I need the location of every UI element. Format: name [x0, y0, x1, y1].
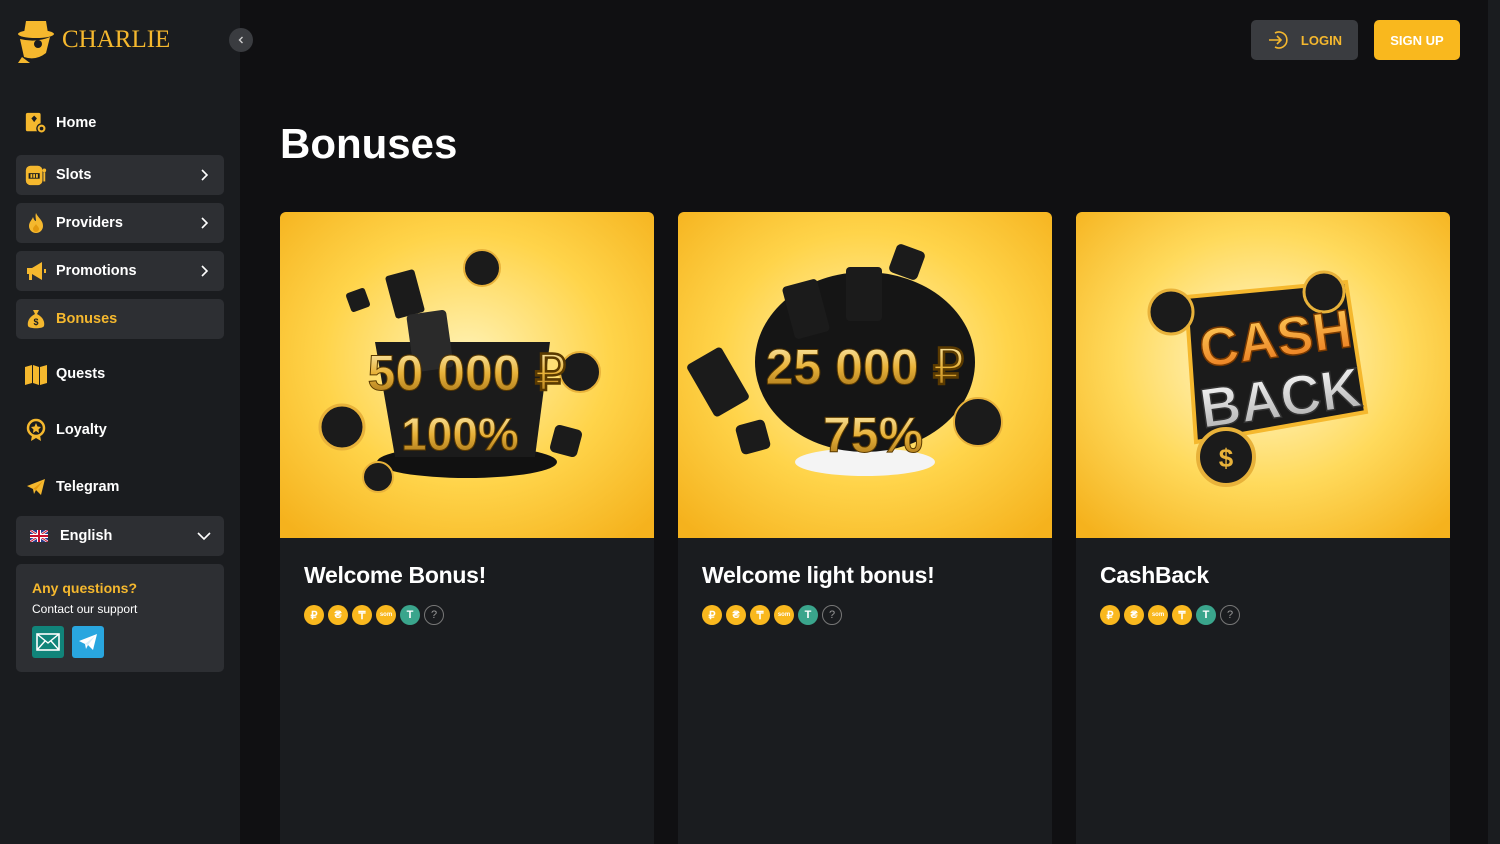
sidebar-item-providers[interactable]: Providers	[16, 203, 224, 243]
sidebar-item-label: Loyalty	[56, 422, 107, 438]
bonus-card-welcome[interactable]: 50 000 ₽ 100% Welcome Bonus! ₽ ₴ ₸ som T…	[280, 212, 654, 844]
tether-coin-icon: T	[400, 605, 420, 625]
more-currencies-icon[interactable]: ?	[424, 605, 444, 625]
hryvnia-coin-icon: ₴	[328, 605, 348, 625]
som-coin-icon: som	[774, 605, 794, 625]
hryvnia-coin-icon: ₴	[1124, 605, 1144, 625]
svg-text:$: $	[33, 317, 38, 327]
sidebar-item-label: Telegram	[56, 479, 120, 495]
brand-name: CHARLIE	[62, 26, 171, 53]
support-panel: Any questions? Contact our support	[16, 564, 224, 672]
telegram-icon	[79, 634, 97, 650]
signup-button[interactable]: SIGN UP	[1374, 20, 1460, 60]
login-button[interactable]: LOGIN	[1251, 20, 1358, 60]
tenge-coin-icon: ₸	[750, 605, 770, 625]
map-icon	[24, 362, 48, 386]
sidebar-item-telegram[interactable]: Telegram	[16, 467, 224, 507]
collapse-sidebar-button[interactable]	[229, 28, 253, 52]
uk-flag-icon	[30, 530, 48, 542]
more-currencies-icon[interactable]: ?	[822, 605, 842, 625]
bonus-card-cashback[interactable]: $ CASH BACK CashBack ₽ ₴ som ₸ T ?	[1076, 212, 1450, 844]
medal-icon	[24, 418, 48, 442]
telegram-support-button[interactable]	[72, 626, 104, 658]
bonus-card-image: $ CASH BACK	[1076, 212, 1450, 538]
sidebar-item-label: Slots	[56, 167, 92, 183]
currency-list: ₽ ₴ ₸ som T ?	[304, 605, 630, 625]
bonus-card-welcome-light[interactable]: 25 000 ₽ 75% Welcome light bonus! ₽ ₴ ₸ …	[678, 212, 1052, 844]
bonus-card-title: Welcome Bonus!	[304, 562, 486, 588]
sidebar-item-label: Quests	[56, 366, 106, 382]
chevron-right-icon	[201, 169, 209, 181]
sidebar-item-loyalty[interactable]: Loyalty	[16, 410, 224, 450]
tenge-coin-icon: ₸	[1172, 605, 1192, 625]
bonus-cards: 50 000 ₽ 100% Welcome Bonus! ₽ ₴ ₸ som T…	[280, 212, 1450, 844]
chevron-right-icon	[201, 217, 209, 229]
bonus-amount-text: 50 000 ₽	[368, 345, 567, 401]
sidebar-item-label: Bonuses	[56, 311, 118, 327]
bonus-card-image: 25 000 ₽ 75%	[678, 212, 1052, 538]
signup-label: SIGN UP	[1390, 32, 1444, 48]
som-coin-icon: som	[376, 605, 396, 625]
currency-list: ₽ ₴ ₸ som T ?	[702, 605, 1028, 625]
sidebar-item-label: Promotions	[56, 263, 137, 279]
mail-icon	[36, 633, 60, 651]
more-currencies-icon[interactable]: ?	[1220, 605, 1240, 625]
ruble-coin-icon: ₽	[1100, 605, 1120, 625]
support-title: Any questions?	[32, 580, 138, 596]
money-bag-icon: $	[24, 307, 48, 331]
detective-logo-icon	[16, 17, 60, 63]
telegram-icon	[24, 475, 48, 499]
page-title: Bonuses	[280, 120, 458, 167]
sidebar-nav: Home Slots Providers Promotions $ Bonuse…	[16, 100, 224, 556]
bonus-card-image: 50 000 ₽ 100%	[280, 212, 654, 538]
sidebar-item-label: Home	[56, 115, 97, 131]
email-support-button[interactable]	[32, 626, 64, 658]
sidebar-item-home[interactable]: Home	[16, 103, 224, 143]
login-label: LOGIN	[1300, 32, 1343, 48]
page-scrollbar[interactable]	[1488, 0, 1500, 844]
sidebar-item-label: Providers	[56, 215, 123, 231]
bonus-amount-text: 25 000 ₽	[766, 339, 965, 395]
chevron-down-icon	[197, 532, 211, 541]
chevron-right-icon	[201, 265, 209, 277]
bonus-percent-text: 100%	[401, 408, 519, 460]
sidebar-item-quests[interactable]: Quests	[16, 354, 224, 394]
som-coin-icon: som	[1148, 605, 1168, 625]
ruble-coin-icon: ₽	[304, 605, 324, 625]
sidebar-item-bonuses[interactable]: $ Bonuses	[16, 299, 224, 339]
tether-coin-icon: T	[1196, 605, 1216, 625]
login-icon	[1268, 31, 1288, 49]
slot-machine-icon	[24, 163, 48, 187]
language-select[interactable]: English	[16, 516, 224, 556]
bonus-percent-text: 75%	[823, 407, 923, 463]
currency-list: ₽ ₴ som ₸ T ?	[1100, 605, 1426, 625]
chevron-left-icon	[238, 36, 243, 44]
megaphone-icon	[24, 259, 48, 283]
sidebar: CHARLIE Home Slots Providers Promotions …	[0, 0, 253, 844]
tenge-coin-icon: ₸	[352, 605, 372, 625]
sidebar-item-slots[interactable]: Slots	[16, 155, 224, 195]
language-label: English	[60, 528, 113, 544]
home-icon	[24, 111, 48, 135]
brand-logo[interactable]: CHARLIE	[16, 16, 170, 64]
bonus-card-title: Welcome light bonus!	[702, 562, 935, 588]
fire-icon	[24, 211, 48, 235]
tether-coin-icon: T	[798, 605, 818, 625]
support-subtitle: Contact our support	[32, 602, 138, 616]
main-content: LOGIN SIGN UP Bonuses 50 000 ₽ 100% Welc…	[240, 0, 1500, 844]
svg-text:$: $	[1219, 443, 1234, 473]
ruble-coin-icon: ₽	[702, 605, 722, 625]
hryvnia-coin-icon: ₴	[726, 605, 746, 625]
sidebar-item-promotions[interactable]: Promotions	[16, 251, 224, 291]
bonus-card-title: CashBack	[1100, 562, 1209, 588]
